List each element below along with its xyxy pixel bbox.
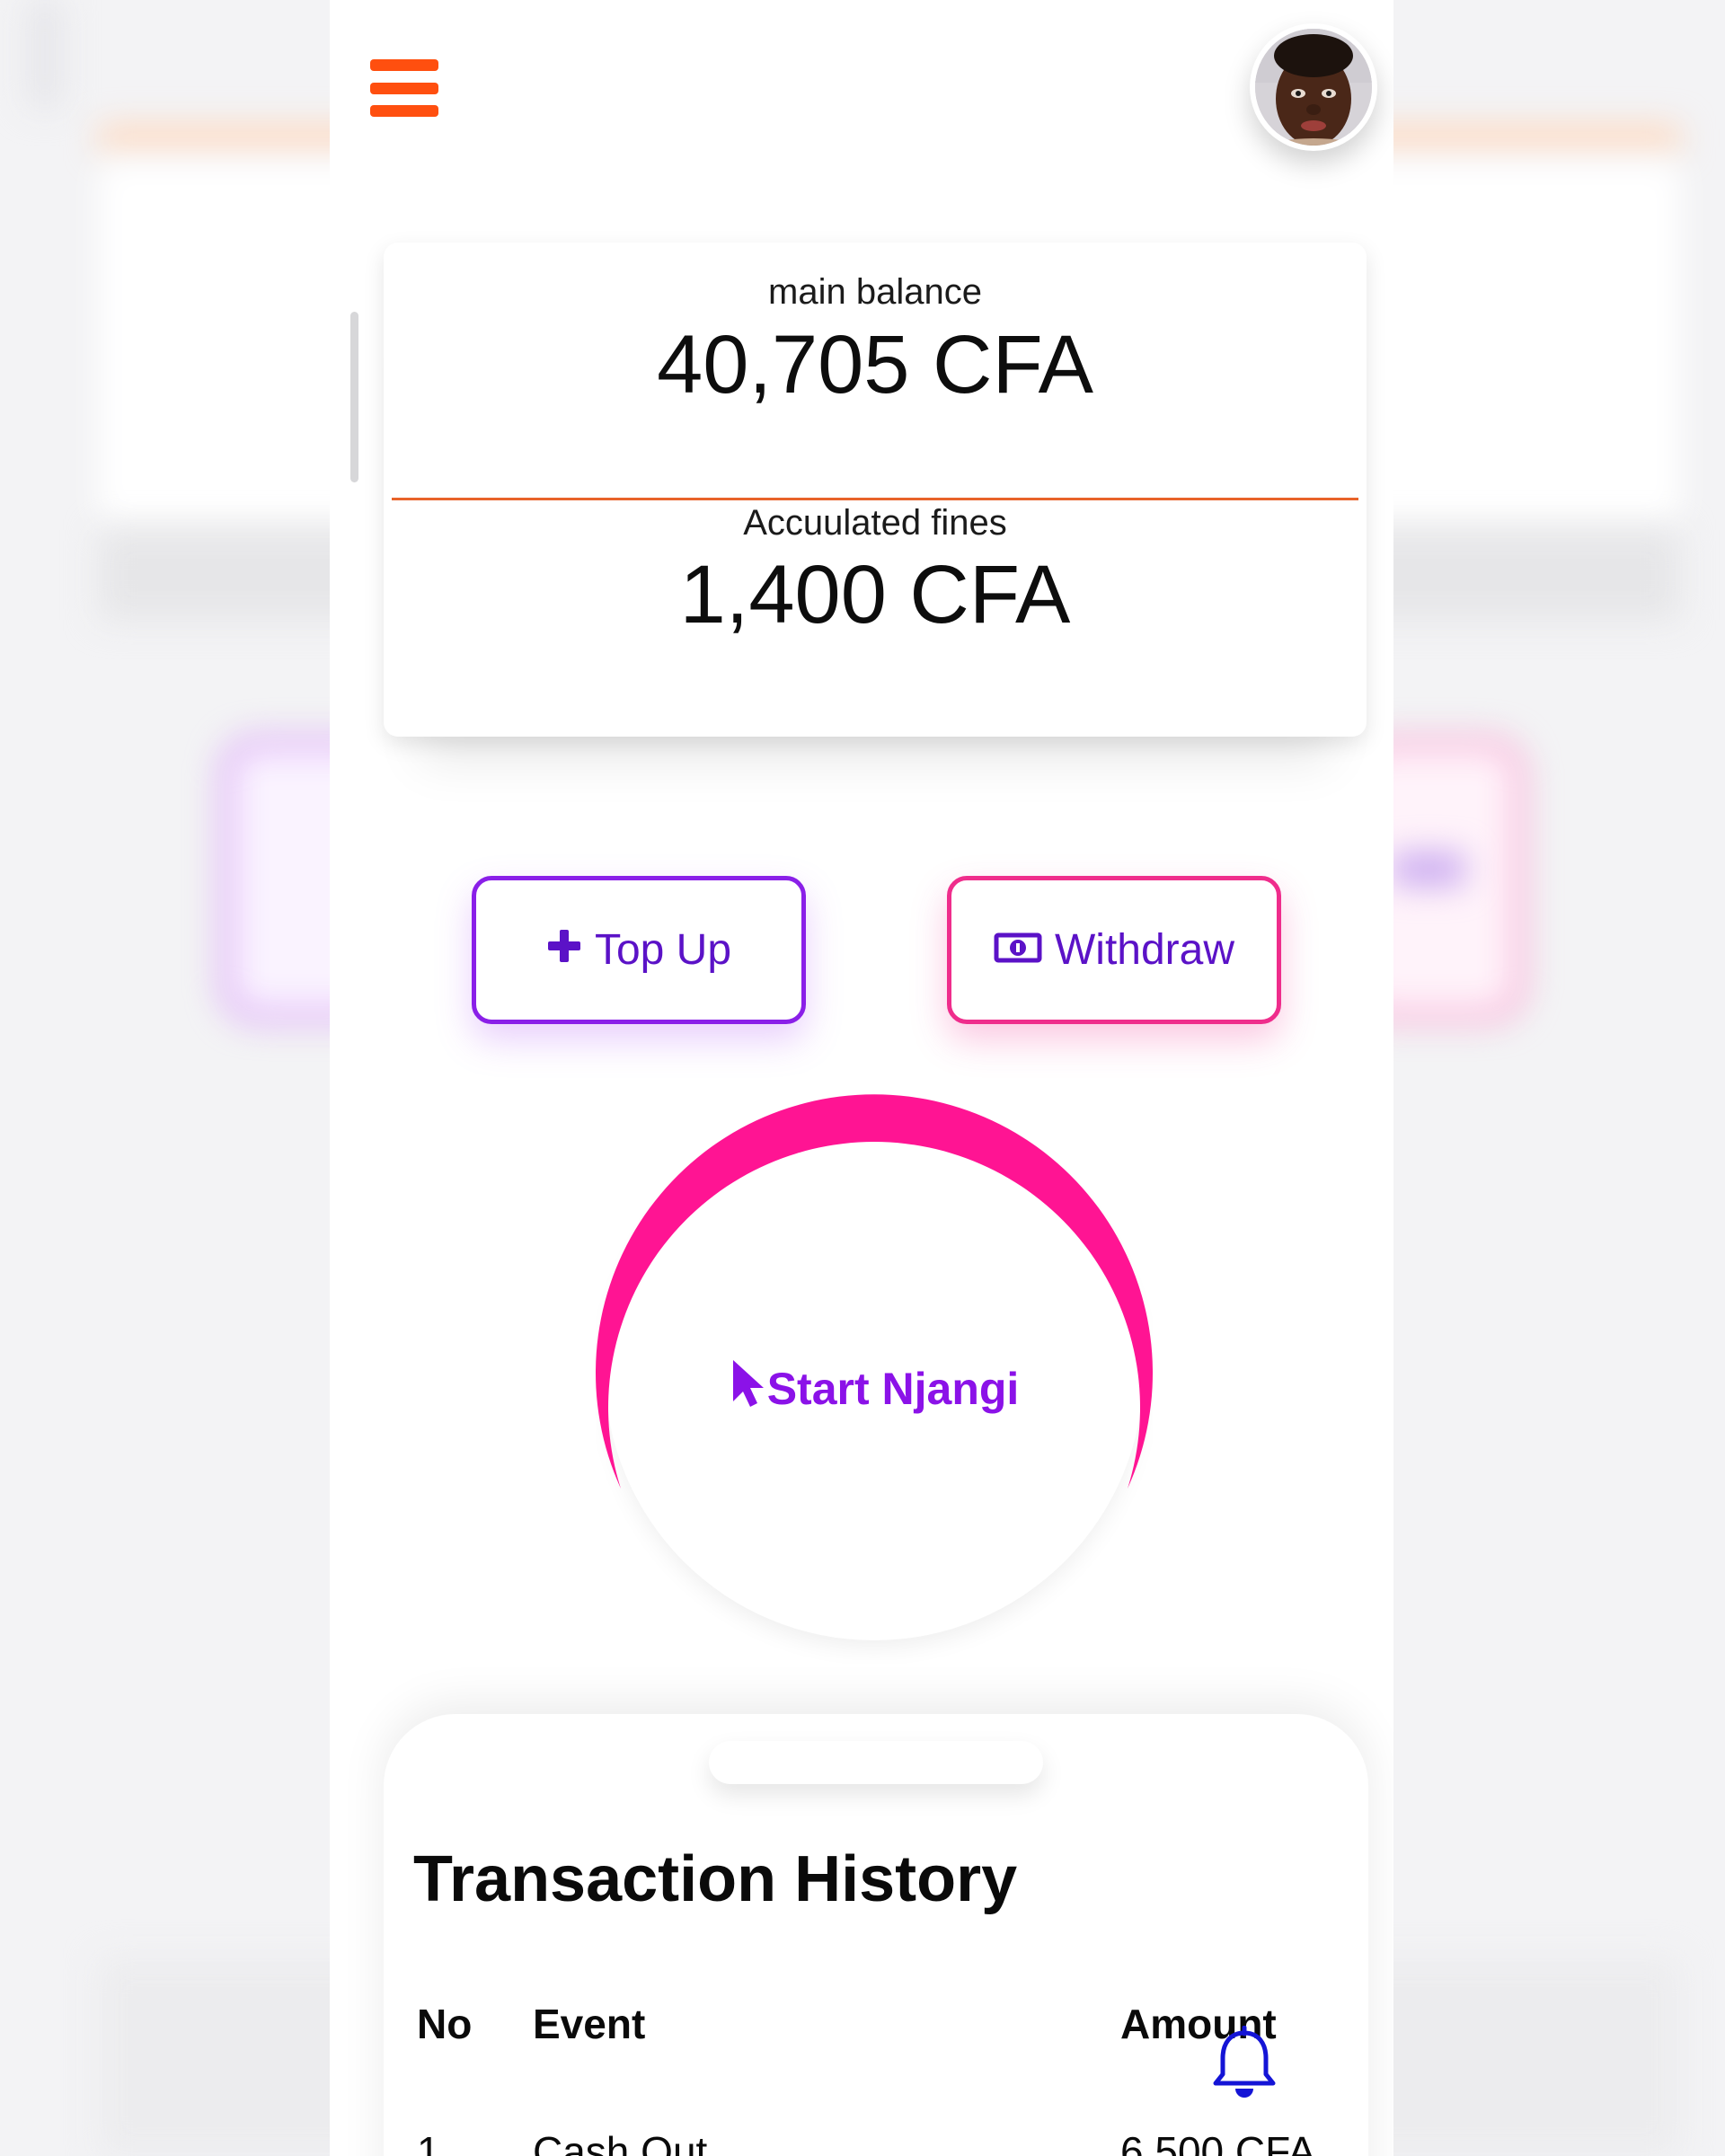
cursor-pointer-icon	[730, 1358, 765, 1419]
withdraw-button[interactable]: Withdraw	[947, 876, 1281, 1024]
user-avatar[interactable]	[1250, 23, 1377, 151]
app-screen: main balance 40,705 CFA Accuulated fines…	[330, 0, 1393, 2156]
column-header-no: No	[417, 2001, 473, 2047]
start-njangi-label: Start Njangi	[766, 1364, 1020, 1414]
avatar-photo	[1255, 29, 1372, 146]
drag-handle[interactable]	[709, 1741, 1043, 1784]
balance-card: main balance 40,705 CFA Accuulated fines…	[384, 243, 1367, 737]
transaction-history-title: Transaction History	[413, 1843, 1018, 1915]
start-njangi-button[interactable]: Start Njangi	[596, 1089, 1153, 1664]
hamburger-icon-line	[370, 83, 438, 94]
card-divider	[392, 498, 1358, 500]
row-event: Cash Out	[533, 2128, 708, 2156]
main-balance-amount: 40,705 CFA	[657, 319, 1093, 411]
withdraw-label: Withdraw	[1054, 926, 1235, 974]
row-no: 1	[417, 2128, 440, 2156]
main-balance-label: main balance	[768, 272, 982, 312]
top-up-label: Top Up	[594, 926, 732, 974]
start-njangi-label-group: Start Njangi	[596, 1358, 1153, 1419]
banknote-icon	[994, 925, 1042, 975]
scroll-indicator[interactable]	[350, 312, 358, 482]
plus-icon	[546, 925, 582, 975]
bell-icon[interactable]	[1210, 2025, 1278, 2101]
top-up-button[interactable]: Top Up	[472, 876, 806, 1024]
fines-amount: 1,400 CFA	[679, 549, 1071, 641]
hamburger-icon	[370, 59, 438, 71]
hamburger-icon-line	[370, 105, 438, 117]
fines-label: Accuulated fines	[743, 503, 1007, 543]
column-header-event: Event	[533, 2001, 646, 2047]
row-amount: 6,500 CFA	[1120, 2128, 1316, 2156]
menu-button[interactable]	[370, 59, 438, 117]
